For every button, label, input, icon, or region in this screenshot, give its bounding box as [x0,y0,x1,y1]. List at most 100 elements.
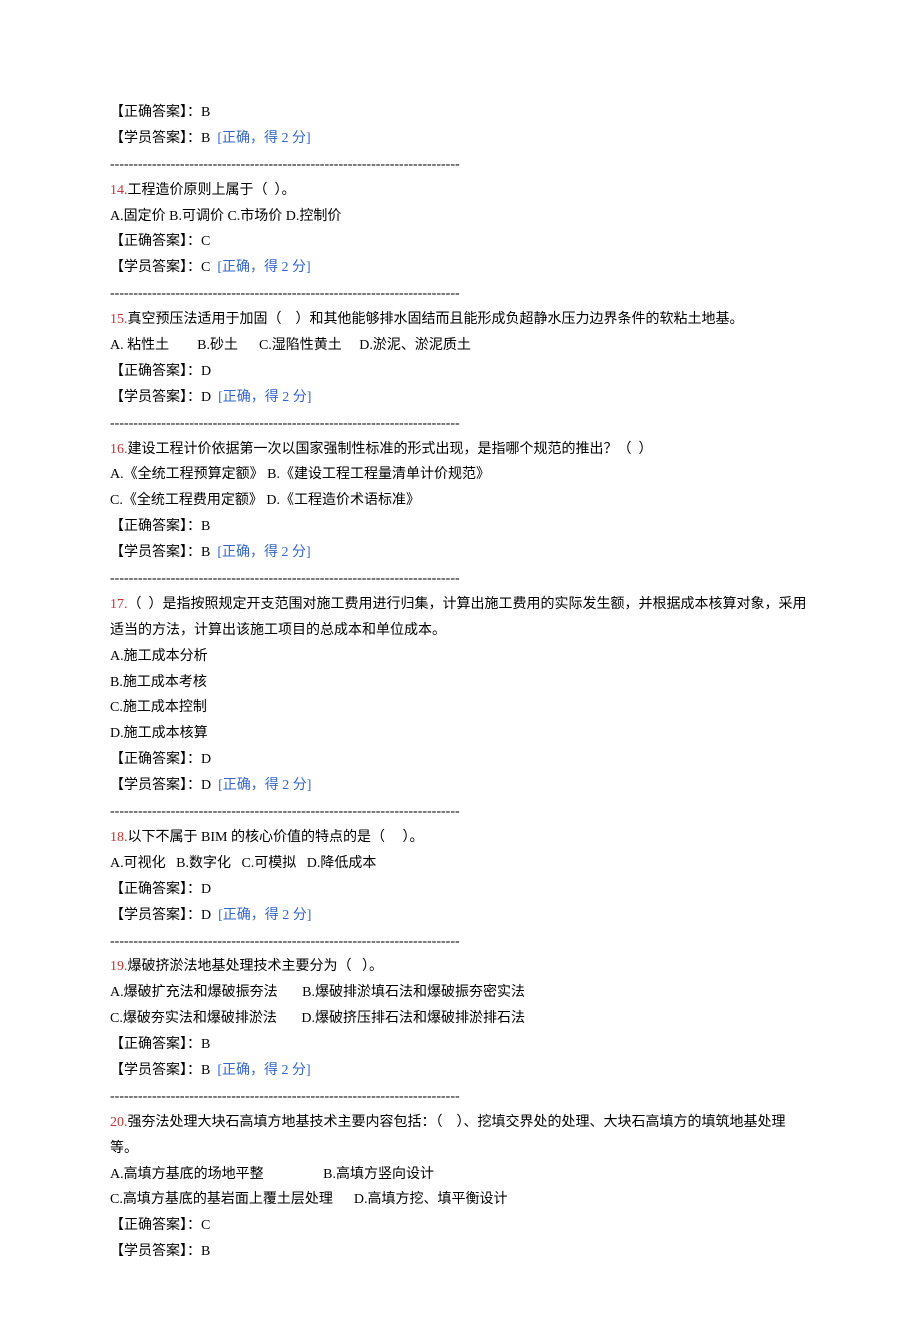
student-answer-label: 【学员答案】： [110,1063,201,1078]
question-text: 建设工程计价依据第一次以国家强制性标准的形式出现，是指哪个规范的推出？（ ） [128,442,653,457]
correct-answer-row: 【正确答案】：D [110,359,810,385]
options-row-2: C.《全统工程费用定额》 D.《工程造价术语标准》 [110,488,810,514]
question-text: 真空预压法适用于加固（ ）和其他能够排水固结而且能形成负超静水压力边界条件的软粘… [128,312,744,327]
student-answer-row: 【学员答案】：D [正确，得 2 分] [110,385,810,411]
student-answer-value: D [201,908,218,923]
correct-answer-value: D [201,364,211,379]
correct-answer-value: D [201,882,211,897]
exam-page: 【正确答案】：B 【学员答案】：B [正确，得 2 分] -----------… [0,0,920,1325]
student-answer-value: B [201,131,217,146]
student-answer-row: 【学员答案】：D [正确，得 2 分] [110,903,810,929]
question-16: 16.建设工程计价依据第一次以国家强制性标准的形式出现，是指哪个规范的推出？（ … [110,437,810,592]
options-row: A.可视化 B.数字化 C.可模拟 D.降低成本 [110,851,810,877]
options-row-2: C.高填方基底的基岩面上覆土层处理 D.高填方挖、填平衡设计 [110,1187,810,1213]
options-row-1: A.爆破扩充法和爆破振夯法 B.爆破排淤填石法和爆破振夯密实法 [110,980,810,1006]
correct-answer-row: 【正确答案】：B [110,1032,810,1058]
student-answer-label: 【学员答案】： [110,778,201,793]
question-text: 强夯法处理大块石高填方地基技术主要内容包括：（ ）、挖填交界处的处理、大块石高填… [110,1115,786,1156]
student-answer-row: 【学员答案】：B [正确，得 2 分] [110,126,810,152]
student-answer-label: 【学员答案】： [110,390,201,405]
question-14: 14.工程造价原则上属于（ ）。 A.固定价 B.可调价 C.市场价 D.控制价… [110,178,810,307]
correct-answer-label: 【正确答案】： [110,105,201,120]
student-answer-value: B [201,1244,210,1259]
question-number: 16. [110,442,128,457]
score-text: [正确，得 2 分] [217,545,310,560]
question-number: 19. [110,959,128,974]
option-b: B.施工成本考核 [110,670,810,696]
divider: ----------------------------------------… [110,152,810,178]
student-answer-row: 【学员答案】：D [正确，得 2 分] [110,773,810,799]
score-text: [正确，得 2 分] [217,1063,310,1078]
correct-answer-row: 【正确答案】：B [110,100,810,126]
options-row-2: C.爆破夯实法和爆破排淤法 D.爆破挤压排石法和爆破排淤排石法 [110,1006,810,1032]
correct-answer-label: 【正确答案】： [110,1218,201,1233]
score-text: [正确，得 2 分] [217,131,310,146]
divider: ----------------------------------------… [110,929,810,955]
question-stem: 19.爆破挤淤法地基处理技术主要分为（ ）。 [110,954,810,980]
options-row-1: A.高填方基底的场地平整 B.高填方竖向设计 [110,1162,810,1188]
student-answer-value: B [201,1063,217,1078]
question-number: 14. [110,183,128,198]
student-answer-value: D [201,390,218,405]
score-text: [正确，得 2 分] [217,260,310,275]
divider: ----------------------------------------… [110,281,810,307]
question-stem: 14.工程造价原则上属于（ ）。 [110,178,810,204]
question-text: 工程造价原则上属于（ ）。 [128,183,296,198]
correct-answer-row: 【正确答案】：B [110,514,810,540]
question-15: 15.真空预压法适用于加固（ ）和其他能够排水固结而且能形成负超静水压力边界条件… [110,307,810,436]
correct-answer-label: 【正确答案】： [110,882,201,897]
options-row: A. 粘性土 B.砂土 C.湿陷性黄土 D.淤泥、淤泥质土 [110,333,810,359]
student-answer-label: 【学员答案】： [110,260,201,275]
correct-answer-row: 【正确答案】：C [110,1213,810,1239]
question-stem: 17.（ ）是指按照规定开支范围对施工费用进行归集，计算出施工费用的实际发生额，… [110,592,810,644]
question-13-tail: 【正确答案】：B 【学员答案】：B [正确，得 2 分] -----------… [110,100,810,178]
question-17: 17.（ ）是指按照规定开支范围对施工费用进行归集，计算出施工费用的实际发生额，… [110,592,810,825]
question-number: 17. [110,597,128,612]
divider: ----------------------------------------… [110,566,810,592]
divider: ----------------------------------------… [110,1084,810,1110]
question-number: 18. [110,830,128,845]
correct-answer-value: C [201,1218,210,1233]
student-answer-row: 【学员答案】：B [110,1239,810,1265]
options-row: A.固定价 B.可调价 C.市场价 D.控制价 [110,204,810,230]
question-stem: 15.真空预压法适用于加固（ ）和其他能够排水固结而且能形成负超静水压力边界条件… [110,307,810,333]
student-answer-row: 【学员答案】：B [正确，得 2 分] [110,1058,810,1084]
question-18: 18.以下不属于 BIM 的核心价值的特点的是（ ）。 A.可视化 B.数字化 … [110,825,810,954]
question-text: 爆破挤淤法地基处理技术主要分为（ ）。 [128,959,384,974]
student-answer-label: 【学员答案】： [110,1244,201,1259]
question-20: 20.强夯法处理大块石高填方地基技术主要内容包括：（ ）、挖填交界处的处理、大块… [110,1110,810,1265]
options-row-1: A.《全统工程预算定额》 B.《建设工程工程量清单计价规范》 [110,462,810,488]
student-answer-label: 【学员答案】： [110,545,201,560]
option-a: A.施工成本分析 [110,644,810,670]
correct-answer-value: B [201,1037,210,1052]
question-number: 15. [110,312,128,327]
correct-answer-value: B [201,105,210,120]
correct-answer-label: 【正确答案】： [110,364,201,379]
question-number: 20. [110,1115,128,1130]
student-answer-label: 【学员答案】： [110,908,201,923]
question-stem: 20.强夯法处理大块石高填方地基技术主要内容包括：（ ）、挖填交界处的处理、大块… [110,1110,810,1162]
student-answer-row: 【学员答案】：C [正确，得 2 分] [110,255,810,281]
correct-answer-label: 【正确答案】： [110,752,201,767]
correct-answer-row: 【正确答案】：C [110,229,810,255]
option-c: C.施工成本控制 [110,695,810,721]
question-stem: 16.建设工程计价依据第一次以国家强制性标准的形式出现，是指哪个规范的推出？（ … [110,437,810,463]
question-text: 以下不属于 BIM 的核心价值的特点的是（ ）。 [128,830,424,845]
divider: ----------------------------------------… [110,799,810,825]
student-answer-value: C [201,260,217,275]
score-text: [正确，得 2 分] [218,390,311,405]
option-d: D.施工成本核算 [110,721,810,747]
correct-answer-row: 【正确答案】：D [110,877,810,903]
correct-answer-label: 【正确答案】： [110,234,201,249]
student-answer-value: B [201,545,217,560]
divider: ----------------------------------------… [110,411,810,437]
correct-answer-value: C [201,234,210,249]
student-answer-value: D [201,778,218,793]
correct-answer-value: D [201,752,211,767]
score-text: [正确，得 2 分] [218,908,311,923]
student-answer-label: 【学员答案】： [110,131,201,146]
question-19: 19.爆破挤淤法地基处理技术主要分为（ ）。 A.爆破扩充法和爆破振夯法 B.爆… [110,954,810,1109]
question-text: （ ）是指按照规定开支范围对施工费用进行归集，计算出施工费用的实际发生额，并根据… [110,597,807,638]
correct-answer-value: B [201,519,210,534]
question-stem: 18.以下不属于 BIM 的核心价值的特点的是（ ）。 [110,825,810,851]
